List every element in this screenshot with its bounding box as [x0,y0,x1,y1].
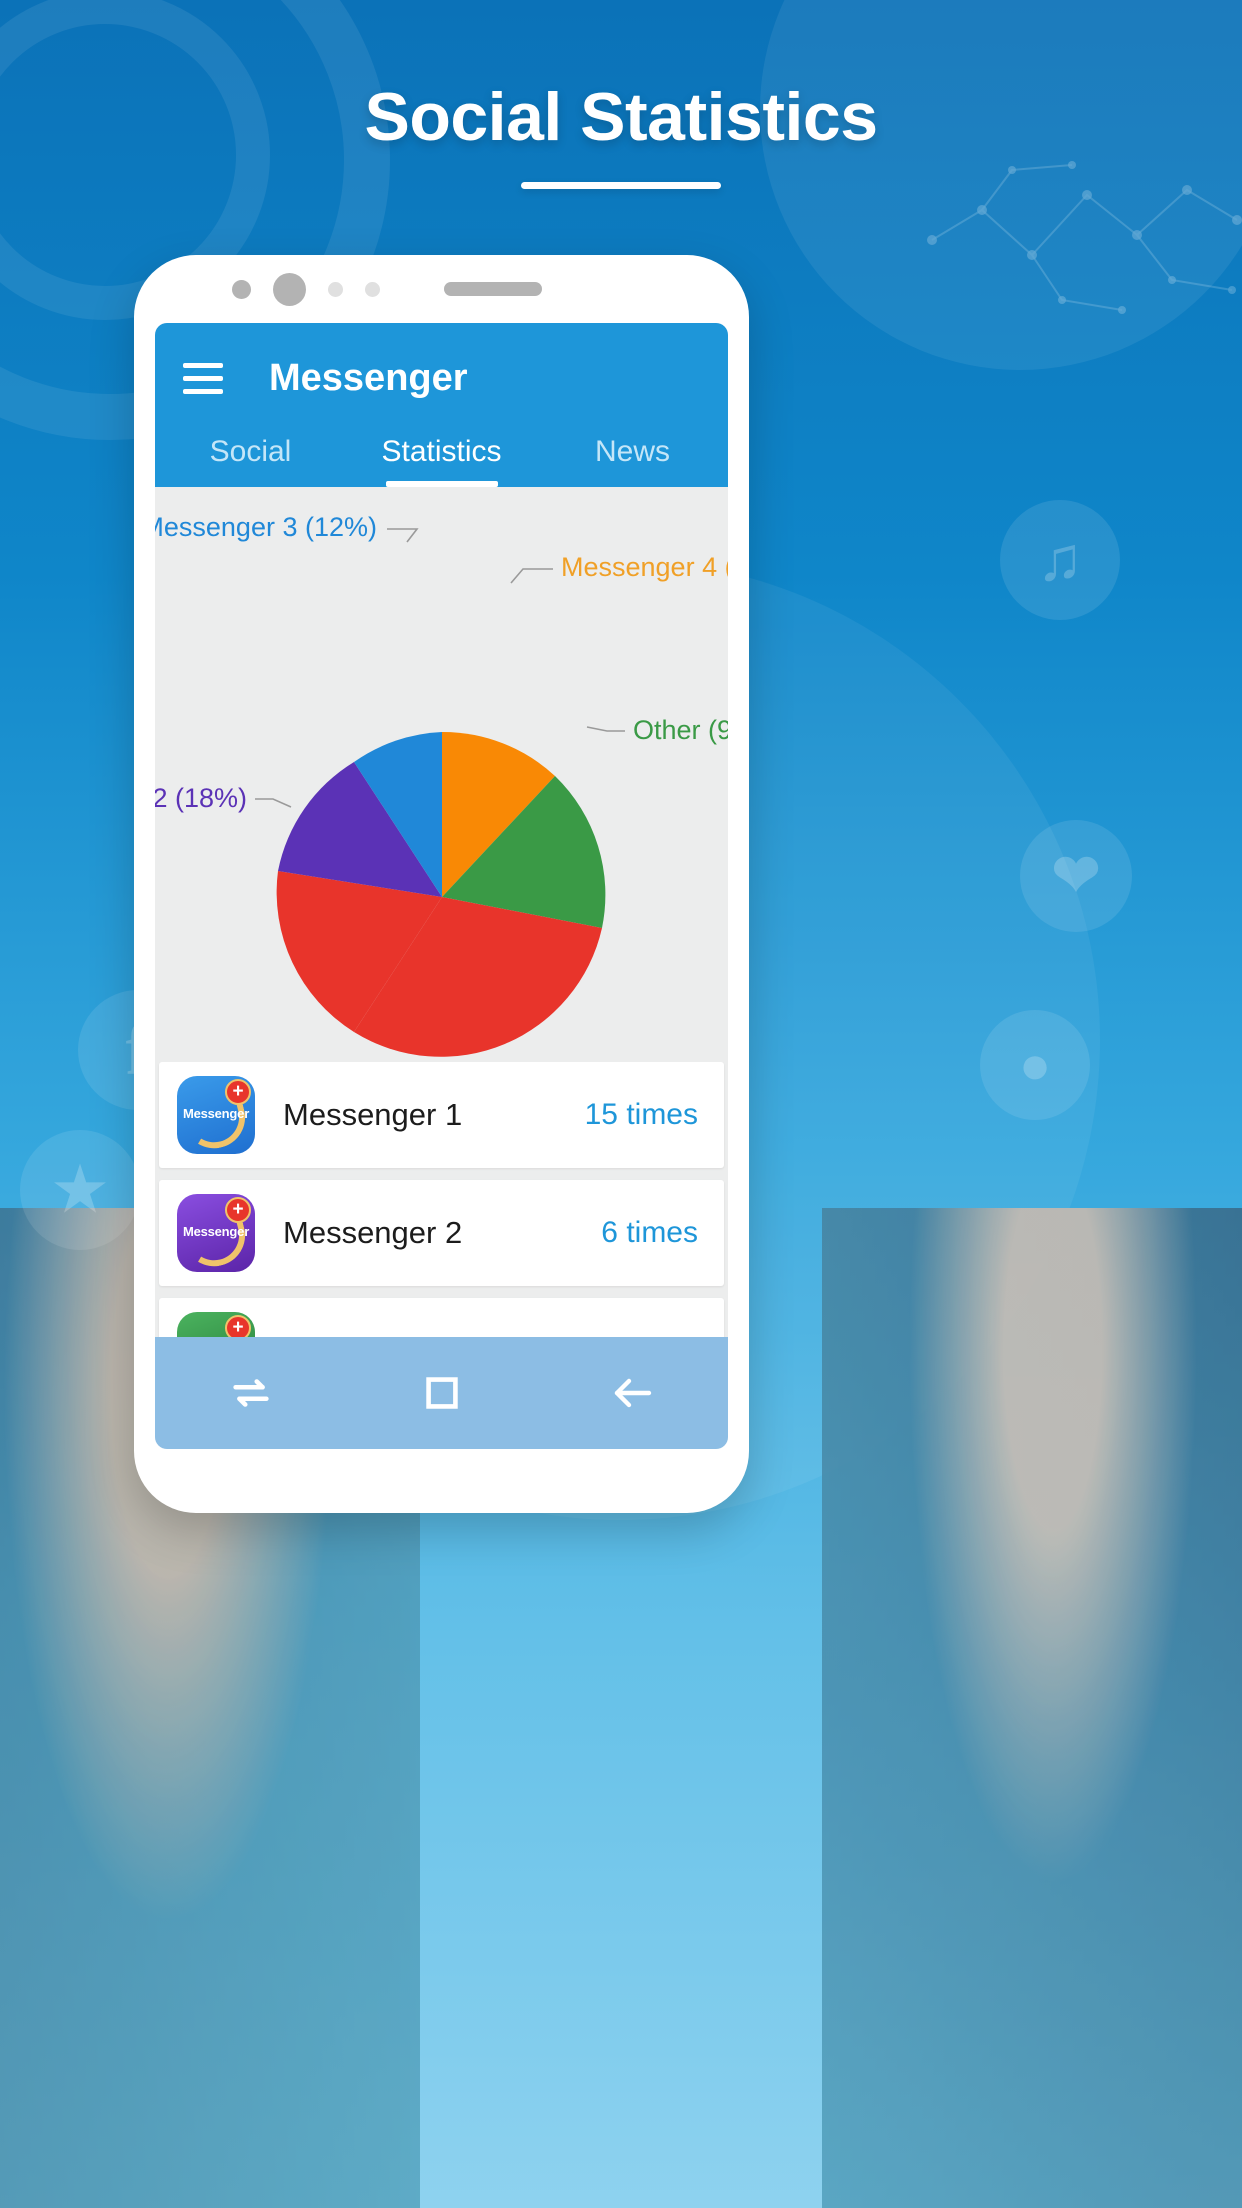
plus-badge-icon: + [225,1315,251,1337]
list-item[interactable]: Messenger + Messenger 3 4 times [159,1298,724,1337]
app-icon-label: Messenger [182,1224,250,1239]
leader-line-messenger-3 [387,528,419,543]
pie-label-messenger-4: Messenger 4 (12%) [561,552,728,582]
leader-line-messenger-4 [510,568,553,584]
recents-switch-icon[interactable] [216,1358,286,1428]
android-navigation-bar [155,1337,728,1449]
messenger-app-icon: Messenger + [177,1076,255,1154]
background-photo-right [822,1208,1242,2208]
tab-statistics[interactable]: Statistics [346,417,537,487]
hamburger-menu-icon[interactable] [183,362,223,394]
messenger-usage-list: Messenger + Messenger 1 15 times Messeng… [155,1062,728,1337]
music-note-icon: ♫ [1000,500,1120,620]
headline-underline [521,182,721,189]
list-item-count: 15 times [584,1098,698,1131]
list-item-name: Messenger 2 [283,1215,463,1250]
twitter-bird-icon: ● [980,1010,1090,1120]
app-title: Messenger [269,356,468,399]
tab-bar: Social Statistics News [155,417,728,487]
home-square-icon[interactable] [407,1358,477,1428]
app-bar: Messenger Social Statistics News [155,323,728,487]
headline-title: Social Statistics [364,79,878,155]
speaker-grille-icon [444,282,542,296]
star-icon: ★ [20,1130,140,1250]
pie-label-messenger-2: Messenger 2 (18%) [155,783,247,813]
plus-badge-icon: + [225,1197,251,1223]
sensor-dot-icon [365,281,380,297]
list-item-name: Messenger 1 [283,1097,463,1132]
sensor-dot-icon [328,281,343,297]
tab-social[interactable]: Social [155,417,346,487]
phone-top-bar [134,255,749,323]
app-icon-label: Messenger [182,1106,250,1121]
phone-mockup: Messenger Social Statistics News Messeng… [134,255,749,1513]
messenger-app-icon: Messenger + [177,1312,255,1337]
pie-label-other: Other (9%) [633,715,728,745]
plus-badge-icon: + [225,1079,251,1105]
tab-news[interactable]: News [537,417,728,487]
leader-line-other [586,726,625,732]
pie-label-messenger-3: Messenger 3 (12%) [155,512,377,542]
list-item[interactable]: Messenger + Messenger 1 15 times [159,1062,724,1168]
back-arrow-icon[interactable] [598,1358,668,1428]
front-camera-icon [273,272,306,306]
proximity-sensor-icon [232,279,251,299]
leader-line-messenger-2 [255,798,292,808]
statistics-pie-chart: Messenger 3 (12%) Messenger 4 (12%) Othe… [155,487,728,1062]
list-item-count: 6 times [601,1216,698,1249]
heart-icon: ❤ [1020,820,1132,932]
messenger-app-icon: Messenger + [177,1194,255,1272]
phone-screen: Messenger Social Statistics News Messeng… [155,323,728,1449]
list-item[interactable]: Messenger + Messenger 2 6 times [159,1180,724,1286]
page-headline: Social Statistics [0,78,1242,189]
